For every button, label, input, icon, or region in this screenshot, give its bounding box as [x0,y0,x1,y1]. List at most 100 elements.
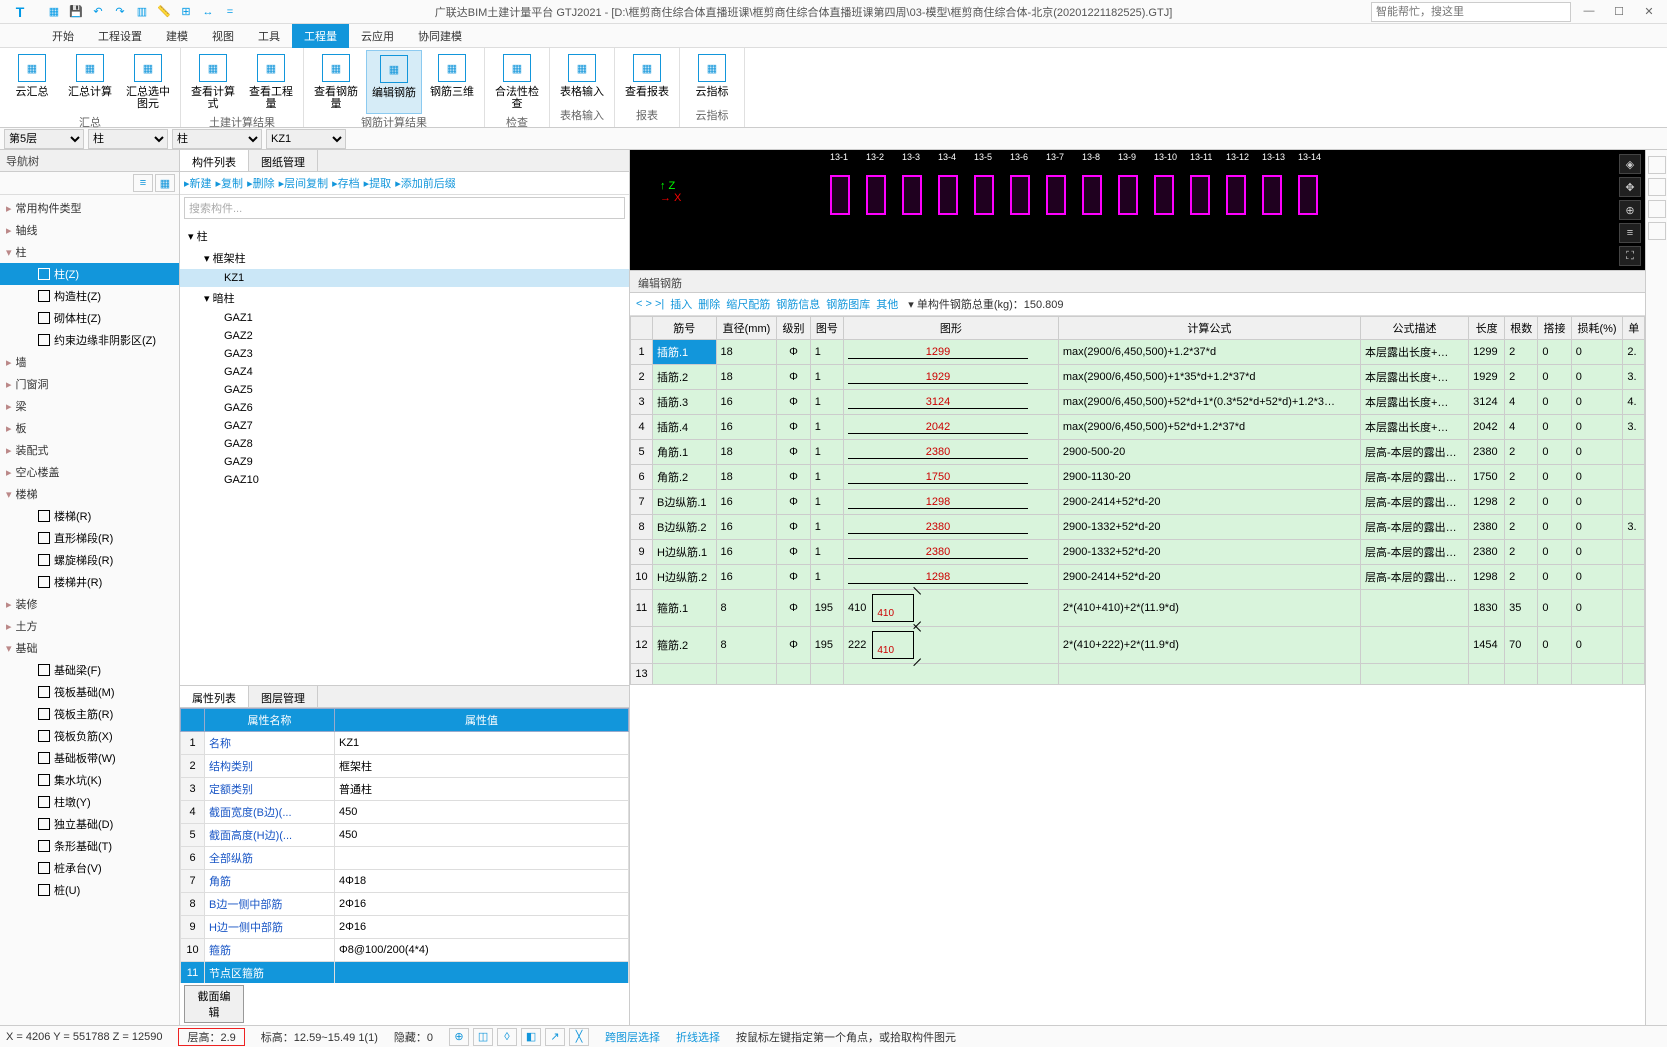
nav-装修[interactable]: 装修 [0,593,179,615]
nav-sub-螺旋梯段(R)[interactable]: 螺旋梯段(R) [0,549,179,571]
rtb-其他[interactable]: 其他 [876,296,898,312]
nav-sub-筏板负筋(X)[interactable]: 筏板负筋(X) [0,725,179,747]
category-select[interactable]: 柱 [88,129,168,149]
comp-GAZ2[interactable]: GAZ2 [180,327,629,345]
status-icon-6[interactable]: ╳ [569,1028,589,1046]
comp-柱[interactable]: ▾ 柱 [180,225,629,247]
qat-new-icon[interactable]: ▦ [46,4,62,20]
ribbon-汇总选中图元[interactable]: ▦汇总选中图元 [120,50,176,114]
tab-properties[interactable]: 属性列表 [180,686,249,707]
maximize-icon[interactable]: ☐ [1605,5,1633,18]
nav-土方[interactable]: 土方 [0,615,179,637]
ribbon-钢筋三维[interactable]: ▦钢筋三维 [424,50,480,114]
rebar-row[interactable]: 4插筋.416Φ12042max(2900/6,450,500)+52*d+1.… [631,415,1645,440]
nav-基础[interactable]: 基础 [0,637,179,659]
comp-KZ1[interactable]: KZ1 [180,269,629,287]
rebar-row[interactable]: 12箍筋.28Φ1952224102*(410+222)+2*(11.9*d)1… [631,627,1645,664]
nav-sub-基础梁(F)[interactable]: 基础梁(F) [0,659,179,681]
ribbon-查看计算式[interactable]: ▦查看计算式 [185,50,241,114]
nav-梁[interactable]: 梁 [0,395,179,417]
qat-expand-icon[interactable]: ↔ [200,4,216,20]
status-icon-3[interactable]: ◊ [497,1028,517,1046]
view-tool-layers-icon[interactable]: ≡ [1619,223,1641,243]
rebar-row[interactable]: 3插筋.316Φ13124max(2900/6,450,500)+52*d+1*… [631,390,1645,415]
nav-轴线[interactable]: 轴线 [0,219,179,241]
menu-工具[interactable]: 工具 [246,24,292,48]
comp-GAZ7[interactable]: GAZ7 [180,417,629,435]
comp-GAZ5[interactable]: GAZ5 [180,381,629,399]
nav-sub-基础板带(W)[interactable]: 基础板带(W) [0,747,179,769]
comp-GAZ8[interactable]: GAZ8 [180,435,629,453]
ribbon-查看报表[interactable]: ▦查看报表 [619,50,675,107]
menu-开始[interactable]: 开始 [40,24,86,48]
nav-sub-桩(U)[interactable]: 桩(U) [0,879,179,901]
status-icon-4[interactable]: ◧ [521,1028,541,1046]
prop-row[interactable]: 9H边一侧中部筋2Φ16 [181,916,629,939]
tab-component-list[interactable]: 构件列表 [180,150,249,171]
ribbon-查看钢筋量[interactable]: ▦查看钢筋量 [308,50,364,114]
ctb-删除[interactable]: ▸删除 [247,175,275,191]
fr-tool4-icon[interactable] [1648,222,1666,240]
nav-门窗洞[interactable]: 门窗洞 [0,373,179,395]
status-icon-5[interactable]: ↗ [545,1028,565,1046]
nav-sub-独立基础(D)[interactable]: 独立基础(D) [0,813,179,835]
comp-GAZ9[interactable]: GAZ9 [180,453,629,471]
prop-row[interactable]: 8B边一侧中部筋2Φ16 [181,893,629,916]
nav-装配式[interactable]: 装配式 [0,439,179,461]
nav-sub-直形梯段(R)[interactable]: 直形梯段(R) [0,527,179,549]
rebar-row[interactable]: 8B边纵筋.216Φ123802900-1332+52*d-20层高-本层的露出… [631,515,1645,540]
ctb-层间复制[interactable]: ▸层间复制 [279,175,329,191]
rtb-钢筋图库[interactable]: 钢筋图库 [826,296,870,312]
nav-墙[interactable]: 墙 [0,351,179,373]
qat-more-icon[interactable]: ⊞ [178,4,194,20]
rebar-row[interactable]: 11箍筋.18Φ1954104102*(410+410)+2*(11.9*d)1… [631,590,1645,627]
section-edit-button[interactable]: 截面编辑 [184,985,244,1023]
menu-协同建模[interactable]: 协同建模 [406,24,474,48]
rtb-插入[interactable]: 插入 [670,296,692,312]
comp-GAZ10[interactable]: GAZ10 [180,471,629,489]
prop-row[interactable]: 10箍筋Φ8@100/200(4*4) [181,939,629,962]
component-search-input[interactable]: 搜索构件... [184,197,625,219]
comp-框架柱[interactable]: ▾ 框架柱 [180,247,629,269]
rtb-钢筋信息[interactable]: 钢筋信息 [776,296,820,312]
nav-柱[interactable]: 柱 [0,241,179,263]
member-select[interactable]: KZ1 [266,129,346,149]
minimize-icon[interactable]: — [1575,5,1603,18]
rebar-row[interactable]: 10H边纵筋.216Φ112982900-2414+52*d-20层高-本层的露… [631,565,1645,590]
rebar-row[interactable]: 5角筋.118Φ123802900-500-20层高-本层的露出…2380200 [631,440,1645,465]
viewport-3d[interactable]: ↑ Z → X 13-113-213-313-413-513-613-713-8… [630,150,1645,270]
status-icon-1[interactable]: ⊕ [449,1028,469,1046]
menu-建模[interactable]: 建模 [154,24,200,48]
nav-板[interactable]: 板 [0,417,179,439]
nav-sub-柱墩(Y)[interactable]: 柱墩(Y) [0,791,179,813]
close-icon[interactable]: ✕ [1635,5,1663,18]
view-tool-fit-icon[interactable]: ⛶ [1619,246,1641,266]
rtb-缩尺配筋[interactable]: 缩尺配筋 [726,296,770,312]
rebar-row[interactable]: 13 [631,664,1645,685]
ctb-添加前后缀[interactable]: ▸添加前后缀 [395,175,456,191]
type-select[interactable]: 柱 [172,129,262,149]
qat-redo-icon[interactable]: ↷ [112,4,128,20]
menu-工程量[interactable]: 工程量 [292,24,349,48]
comp-GAZ4[interactable]: GAZ4 [180,363,629,381]
nav-sub-砌体柱(Z)[interactable]: 砌体柱(Z) [0,307,179,329]
status-crosslayer-link[interactable]: 跨图层选择 [605,1029,660,1045]
rtb-< > >|[interactable]: < > >| [636,298,664,310]
comp-GAZ3[interactable]: GAZ3 [180,345,629,363]
comp-暗柱[interactable]: ▾ 暗柱 [180,287,629,309]
nav-sub-集水坑(K)[interactable]: 集水坑(K) [0,769,179,791]
qat-save-icon[interactable]: 💾 [68,4,84,20]
qat-grid-icon[interactable]: ▥ [134,4,150,20]
view-tool-cube-icon[interactable]: ◈ [1619,154,1641,174]
ribbon-云指标[interactable]: ▦云指标 [684,50,740,107]
rebar-row[interactable]: 7B边纵筋.116Φ112982900-2414+52*d-20层高-本层的露出… [631,490,1645,515]
help-search-input[interactable] [1371,2,1571,22]
view-tool-pan-icon[interactable]: ✥ [1619,177,1641,197]
ctb-复制[interactable]: ▸复制 [216,175,244,191]
nav-sub-楼梯井(R)[interactable]: 楼梯井(R) [0,571,179,593]
tab-drawing-mgmt[interactable]: 图纸管理 [249,150,318,171]
prop-row[interactable]: 1名称KZ1 [181,732,629,755]
ribbon-云汇总[interactable]: ▦云汇总 [4,50,60,114]
tab-layer-mgmt[interactable]: 图层管理 [249,686,318,707]
prop-row[interactable]: 5截面高度(H边)(...450 [181,824,629,847]
